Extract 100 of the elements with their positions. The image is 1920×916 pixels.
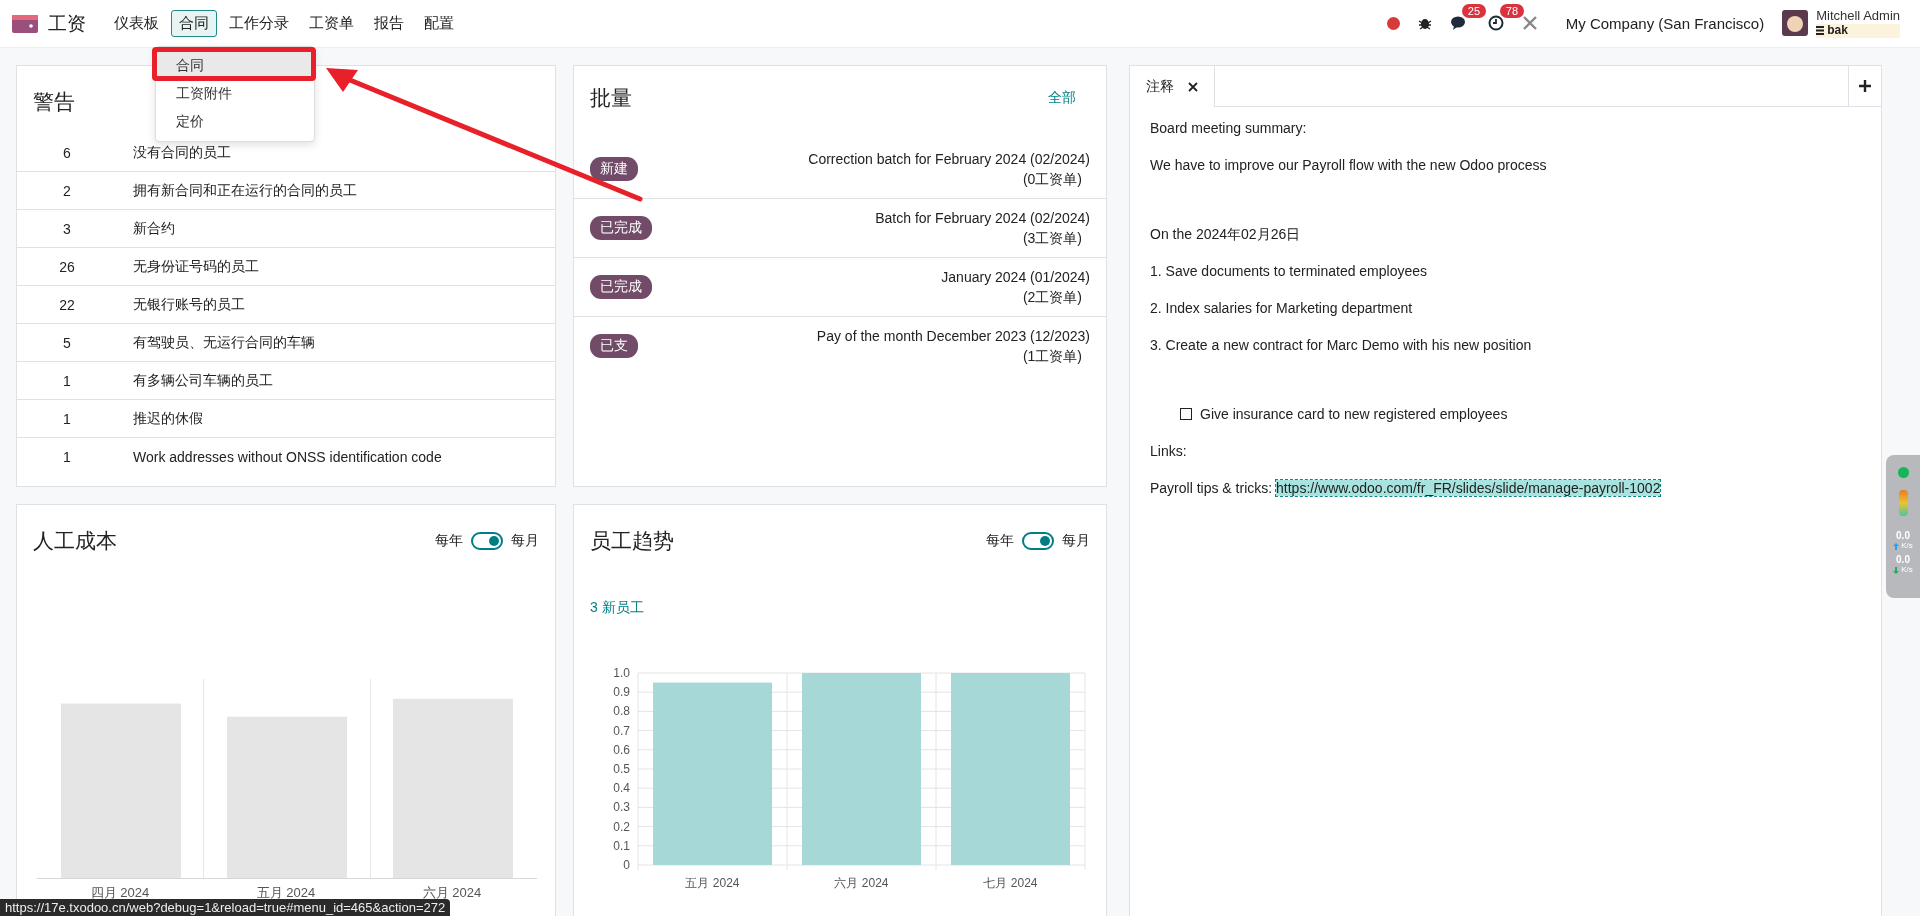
warning-count[interactable]: 26	[17, 258, 117, 275]
database-icon	[1816, 26, 1825, 36]
tick-label: 0.3	[613, 800, 630, 815]
note-text: 2. Index salaries for Marketing department	[1150, 299, 1414, 317]
menu-item[interactable]: 报告	[366, 10, 412, 37]
notes-tab[interactable]: 注释	[1130, 66, 1215, 107]
dropdown-item[interactable]: 定价	[156, 108, 314, 136]
toggle-label: 每年	[986, 532, 1014, 550]
status-badge: 已支	[590, 334, 638, 358]
warning-label[interactable]: Work addresses without ONSS identification code	[117, 448, 442, 465]
warning-label[interactable]: 新合约	[117, 219, 175, 238]
download-unit: K/s	[1901, 565, 1913, 575]
tick-label: 0.9	[613, 685, 630, 700]
warning-count[interactable]: 2	[17, 182, 117, 199]
dropdown-item[interactable]: 工资附件	[156, 80, 314, 108]
menu-item[interactable]: 工作分录	[221, 10, 297, 37]
warning-count[interactable]: 5	[17, 334, 117, 351]
app-name[interactable]: 工资	[48, 10, 86, 37]
plus-icon	[1859, 80, 1871, 92]
menu-item[interactable]: 工资单	[301, 10, 362, 37]
warning-count[interactable]: 1	[17, 372, 117, 389]
user-avatar[interactable]	[1782, 10, 1809, 37]
tick-label: 1.0	[613, 666, 630, 680]
warning-label[interactable]: 无身份证号码的员工	[117, 257, 259, 276]
payslip-count: (3工资单)	[1022, 229, 1083, 248]
period-switch[interactable]	[471, 532, 503, 550]
note-text: We have to improve our Payroll flow with the new Odoo process	[1150, 156, 1548, 174]
close-icon[interactable]	[1188, 81, 1198, 92]
activity-count: 78	[1499, 4, 1525, 19]
warning-count[interactable]: 1	[17, 448, 117, 465]
tick-label: 0.7	[613, 723, 630, 738]
bug-icon[interactable]	[1417, 16, 1432, 31]
gauge-icon	[1898, 490, 1908, 516]
note-text: Payroll tips & tricks: https://www.odoo.com/fr_FR/slides/slide/manage-payroll-1002	[1150, 479, 1662, 497]
axis-label: 五月 2024	[685, 876, 740, 890]
checklist-text: Give insurance card to new registered employees	[1200, 405, 1508, 423]
status-badge: 已完成	[590, 275, 652, 299]
toggle-label: 每年	[435, 532, 463, 550]
note-text: 3. Create a new contract for Marc Demo with his new position	[1150, 336, 1533, 354]
note-link[interactable]: https://www.odoo.com/fr_FR/slides/slide/manage-payroll-1002	[1276, 480, 1661, 496]
all-link[interactable]: 全部	[1048, 89, 1076, 107]
toggle-label: 每月	[1062, 532, 1090, 550]
status-url-tooltip: https://17e.txodoo.cn/web?debug=1&reload=true#menu_id=465&action=272	[0, 899, 451, 916]
warning-label[interactable]: 拥有新合同和正在运行的合同的员工	[117, 181, 357, 200]
database-name: bak	[1827, 24, 1848, 38]
tick-label: 0	[623, 858, 630, 872]
axis-label: 七月 2024	[983, 876, 1038, 890]
checkbox[interactable]	[1180, 408, 1192, 420]
payslip-count: (2工资单)	[1022, 288, 1083, 307]
status-dot-icon	[1897, 467, 1909, 478]
warning-count[interactable]: 22	[17, 296, 117, 313]
clock-icon[interactable]	[1487, 15, 1504, 32]
download-speed: 0.0	[1896, 554, 1910, 565]
warning-label[interactable]: 无银行账号的员工	[117, 295, 245, 314]
status-badge: 新建	[590, 157, 638, 181]
upload-arrow-icon	[1893, 542, 1900, 550]
status-badge: 已完成	[590, 216, 652, 240]
record-icon[interactable]	[1386, 17, 1400, 30]
batch-name[interactable]: Pay of the month December 2023 (12/2023)	[816, 326, 1090, 346]
download-arrow-icon	[1893, 566, 1900, 574]
company-switcher[interactable]: My Company (San Francisco)	[1565, 15, 1765, 32]
note-text: 1. Save documents to terminated employees	[1150, 262, 1429, 280]
menu-item[interactable]: 仪表板	[106, 10, 167, 37]
payslip-count: (1工资单)	[1022, 347, 1083, 366]
warning-label[interactable]: 有多辆公司车辆的员工	[117, 371, 273, 390]
upload-unit: K/s	[1901, 541, 1913, 551]
card-title: 警告	[33, 89, 75, 115]
tick-label: 0.5	[613, 762, 630, 776]
batch-name[interactable]: Batch for February 2024 (02/2024)	[875, 208, 1090, 228]
card-title: 员工趋势	[590, 528, 674, 554]
batch-name[interactable]: January 2024 (01/2024)	[941, 267, 1090, 287]
period-switch[interactable]	[1022, 532, 1054, 550]
tick-label: 0.6	[613, 742, 630, 757]
axis-label: 四月 2024	[90, 884, 150, 902]
warning-label[interactable]: 有驾驶员、无运行合同的车辆	[117, 333, 315, 352]
tick-label: 0.4	[613, 781, 630, 796]
warning-count[interactable]: 3	[17, 220, 117, 237]
note-text: On the 2024年02月26日	[1150, 225, 1302, 243]
note-text: Board meeting summary:	[1150, 119, 1308, 137]
new-employees-link[interactable]: 3 新员工	[574, 577, 1106, 617]
payslip-count: (0工资单)	[1022, 170, 1083, 189]
toggle-label: 每月	[511, 532, 539, 550]
card-title: 批量	[590, 85, 632, 111]
user-name[interactable]: Mitchell Admin	[1816, 9, 1900, 25]
menu-item[interactable]: 配置	[416, 10, 462, 37]
upload-speed: 0.0	[1896, 530, 1910, 541]
app-logo-icon[interactable]	[12, 14, 38, 33]
warning-count[interactable]: 6	[17, 144, 117, 161]
tick-label: 0.1	[613, 838, 630, 853]
warning-label[interactable]: 推迟的休假	[117, 409, 203, 428]
menu-item[interactable]: 合同	[171, 10, 217, 37]
warning-count[interactable]: 1	[17, 410, 117, 427]
tick-label: 0.2	[613, 819, 630, 834]
axis-label: 六月 2024	[422, 884, 482, 902]
tick-label: 0.8	[613, 704, 630, 719]
note-text: Links:	[1150, 442, 1188, 460]
warning-label[interactable]: 没有合同的员工	[117, 143, 231, 162]
batch-name[interactable]: Correction batch for February 2024 (02/2024)	[808, 149, 1090, 169]
card-title: 人工成本	[33, 528, 117, 554]
axis-label: 五月 2024	[256, 884, 316, 902]
